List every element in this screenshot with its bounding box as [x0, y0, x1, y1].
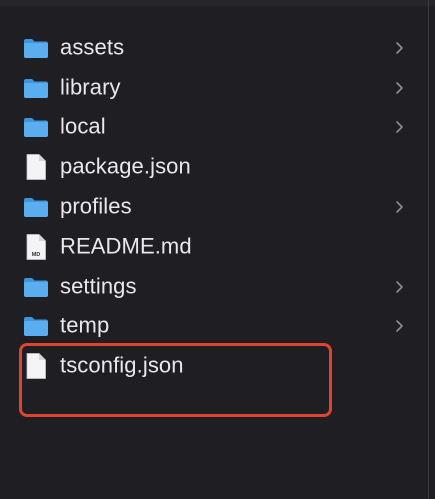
item-label: assets [60, 34, 125, 60]
markdown-file-icon: MD [23, 232, 49, 262]
folder-icon [22, 314, 50, 338]
chevron-right-icon[interactable] [393, 318, 405, 334]
list-item-profiles[interactable]: profiles [0, 187, 428, 227]
list-item-package-json[interactable]: package.json [0, 147, 428, 187]
item-label: settings [60, 273, 137, 299]
file-icon [23, 152, 49, 182]
list-item-assets[interactable]: assets [0, 28, 428, 68]
chevron-right-icon[interactable] [393, 279, 405, 295]
file-list: assets library local package.json profil… [0, 28, 428, 386]
list-item-readme-md[interactable]: MD README.md [0, 227, 428, 267]
list-item-temp[interactable]: temp [0, 307, 428, 347]
list-item-local[interactable]: local [0, 108, 428, 148]
column-divider[interactable] [428, 0, 429, 499]
highlight-annotation-box [19, 343, 332, 417]
item-label: temp [60, 312, 110, 338]
folder-icon [22, 76, 50, 100]
folder-icon [22, 195, 50, 219]
window-top-edge [0, 0, 435, 6]
item-label: library [60, 74, 121, 100]
list-item-settings[interactable]: settings [0, 267, 428, 307]
item-label: package.json [60, 153, 191, 179]
item-label: local [60, 113, 106, 139]
chevron-right-icon[interactable] [393, 119, 405, 135]
folder-icon [22, 115, 50, 139]
chevron-right-icon[interactable] [393, 80, 405, 96]
folder-icon [22, 275, 50, 299]
chevron-right-icon[interactable] [393, 40, 405, 56]
chevron-right-icon[interactable] [393, 199, 405, 215]
folder-icon [22, 36, 50, 60]
list-item-library[interactable]: library [0, 68, 428, 108]
markdown-badge-text: MD [32, 252, 41, 258]
item-label: README.md [60, 233, 192, 259]
item-label: profiles [60, 193, 132, 219]
